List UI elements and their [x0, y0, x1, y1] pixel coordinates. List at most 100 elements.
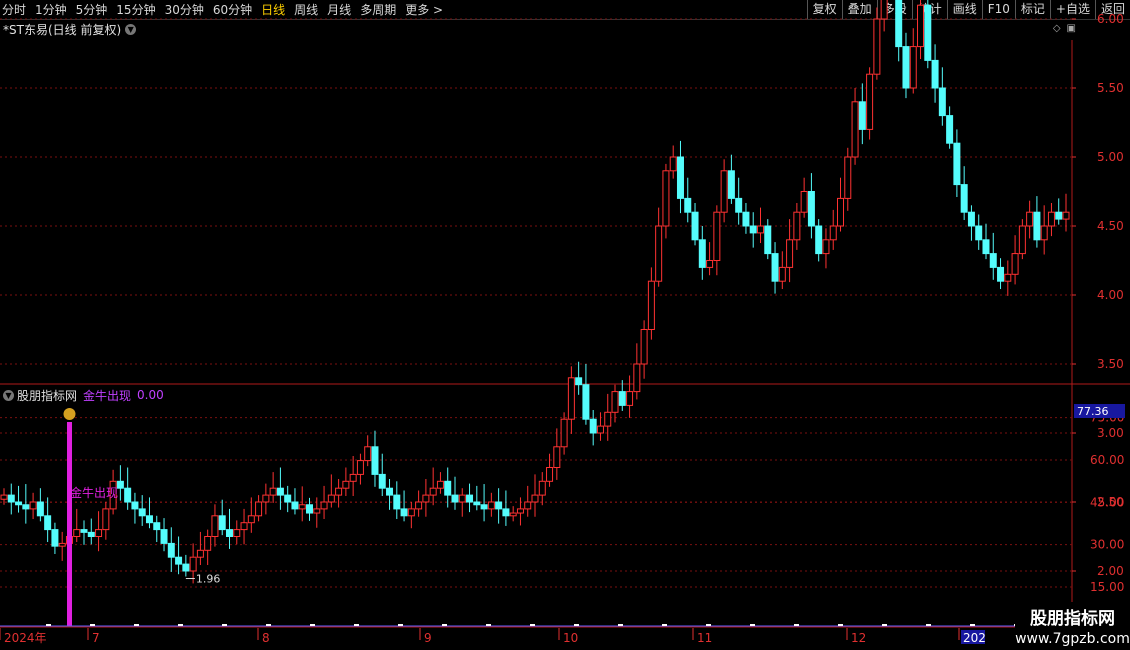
candle-body — [502, 508, 510, 517]
candle-body — [516, 508, 524, 514]
candle-body — [182, 563, 190, 572]
baseline-marker — [706, 624, 711, 626]
candle-body — [429, 487, 437, 496]
baseline-marker — [266, 624, 271, 626]
baseline-marker — [882, 624, 887, 626]
candle-body — [167, 542, 175, 558]
baseline-marker — [442, 624, 447, 626]
candle-body — [22, 504, 30, 510]
candle-body — [589, 418, 597, 434]
candle-body — [15, 501, 23, 506]
candle-body — [640, 329, 648, 365]
candle-body — [895, 0, 903, 48]
watermark-line1: 股朋指标网 — [1030, 609, 1115, 629]
price-tick-label: 2.00 — [1097, 564, 1124, 578]
candle-body — [444, 480, 452, 496]
candle-body — [495, 501, 503, 510]
candle-body — [662, 170, 670, 227]
candle-body — [487, 501, 495, 510]
candle-body — [756, 225, 764, 234]
candle-body — [400, 508, 408, 517]
indicator-tick-label: 30.00 — [1090, 538, 1124, 552]
price-tick-label: 4.50 — [1097, 219, 1124, 233]
candle-body — [909, 46, 917, 89]
candle-body — [306, 504, 314, 514]
candle-body — [575, 377, 583, 386]
candle-body — [36, 501, 44, 517]
baseline-marker — [794, 624, 799, 626]
candle-body — [356, 460, 364, 475]
candle-body — [175, 556, 183, 565]
candle-body — [255, 501, 263, 517]
candle-body — [837, 197, 845, 227]
candle-body — [713, 211, 721, 261]
candle-body — [291, 501, 299, 510]
chart-canvas[interactable]: 6.506.005.505.004.504.003.503.002.502.00… — [0, 0, 1130, 650]
baseline-marker — [970, 624, 975, 626]
candle-body — [335, 487, 343, 496]
candle-body — [145, 515, 153, 524]
candle-body — [982, 239, 990, 255]
candle-body — [1004, 273, 1012, 282]
candle-body — [669, 156, 677, 172]
candle-body — [771, 253, 779, 282]
candle-body — [1055, 211, 1063, 220]
indicator-series-label: 金牛出现 — [83, 388, 132, 403]
candle-body — [967, 211, 975, 227]
candle-body — [1062, 211, 1070, 220]
candle-body — [604, 411, 612, 427]
price-tick-label: 5.50 — [1097, 81, 1124, 95]
date-tick-label: 11 — [697, 631, 712, 645]
candle-body — [160, 529, 168, 544]
candle-body — [466, 494, 474, 503]
candle-body — [29, 501, 37, 510]
candle-body — [997, 266, 1005, 282]
baseline-marker — [530, 624, 535, 626]
candle-body — [116, 480, 124, 489]
indicator-title-bar: ▼ 股朋指标网 金牛出现 0.00 — [3, 387, 164, 403]
candle-body — [51, 529, 59, 547]
candle-body — [706, 260, 714, 268]
date-tick-label: 8 — [262, 631, 270, 645]
candle-body — [153, 522, 161, 531]
candle-body — [7, 494, 15, 503]
candle-body — [196, 549, 204, 558]
candle-body — [793, 211, 801, 241]
candle-body — [546, 467, 554, 482]
candle-body — [131, 501, 139, 510]
candle-body — [298, 504, 306, 510]
baseline-marker — [926, 624, 931, 626]
candle-body — [422, 494, 430, 503]
candle-body — [742, 211, 750, 227]
baseline-marker — [574, 624, 579, 626]
candle-body — [262, 494, 270, 503]
candle-body — [386, 487, 394, 496]
candle-body — [509, 512, 517, 517]
candle-body — [553, 446, 561, 468]
low-annotation: 1.96 — [196, 573, 221, 586]
chevron-down-icon[interactable]: ▼ — [3, 389, 14, 401]
price-tick-label: 4.00 — [1097, 288, 1124, 302]
candle-body — [1047, 211, 1055, 227]
candle-body — [415, 501, 423, 510]
candle-body — [618, 391, 626, 406]
candle-body — [866, 73, 874, 130]
signal-bar — [67, 422, 72, 626]
candle-body — [764, 225, 772, 255]
indicator-tick-label: 60.00 — [1090, 453, 1124, 467]
candle-body — [342, 480, 350, 489]
candle-body — [211, 515, 219, 537]
candle-body — [364, 446, 372, 462]
candle-body — [80, 529, 88, 533]
date-tick-label: 12 — [851, 631, 866, 645]
price-tick-label: 5.00 — [1097, 150, 1124, 164]
candle-body — [0, 494, 8, 500]
candle-body — [917, 4, 925, 48]
candle-body — [844, 156, 852, 199]
candle-body — [1018, 225, 1026, 255]
indicator-tick-label: 45.00 — [1090, 495, 1124, 509]
candle-body — [880, 0, 888, 20]
price-tick-label: 3.50 — [1097, 357, 1124, 371]
baseline-marker — [662, 624, 667, 626]
candle-body — [946, 115, 954, 144]
